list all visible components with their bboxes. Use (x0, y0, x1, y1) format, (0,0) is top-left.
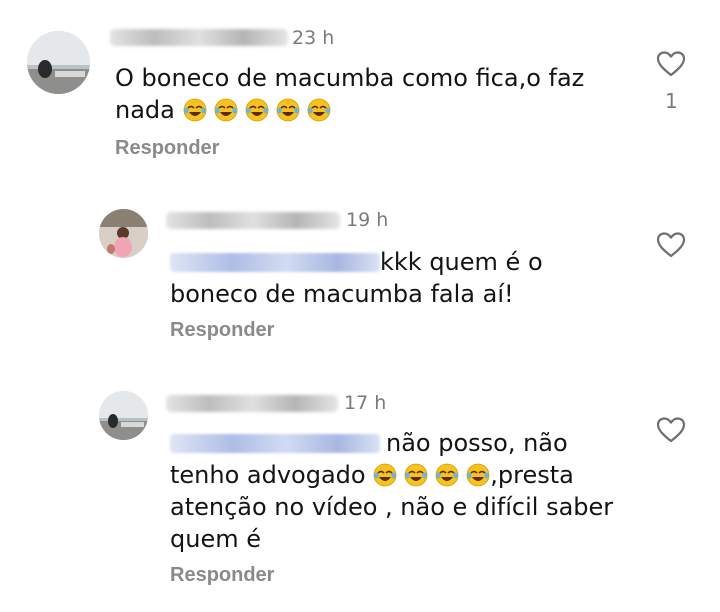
avatar[interactable] (99, 391, 148, 440)
like-count: 1 (665, 89, 678, 113)
tears-of-joy-emoji (276, 98, 300, 122)
comment-text: kkk quem é o boneco de macumba fala aí! (170, 248, 543, 308)
comment-line: atenção no vídeo , não e difícil saber (170, 493, 614, 521)
tears-of-joy-emoji (373, 463, 397, 487)
username-blurred[interactable] (166, 212, 340, 229)
comment-text: O boneco de macumba como fica,o faz nada (115, 64, 585, 124)
comment-text: não posso, não tenho advogado ,presta at… (170, 427, 650, 555)
heart-icon[interactable] (656, 231, 686, 259)
reply-button[interactable]: Responder (170, 563, 274, 587)
tears-of-joy-emoji (245, 98, 269, 122)
reply-button[interactable]: Responder (170, 318, 274, 342)
username-blurred[interactable] (110, 29, 288, 46)
mention-blurred[interactable] (170, 253, 380, 272)
comment-time: 19 h (346, 209, 389, 231)
comment-time: 23 h (292, 27, 335, 49)
avatar[interactable] (99, 209, 148, 258)
heart-icon[interactable] (656, 416, 686, 444)
tears-of-joy-emoji (435, 463, 459, 487)
reply-button[interactable]: Responder (115, 136, 219, 160)
mention-blurred[interactable] (170, 434, 380, 453)
tears-of-joy-emoji (404, 463, 428, 487)
comment-line: quem é (170, 525, 261, 553)
comment-time: 17 h (344, 392, 387, 414)
tears-of-joy-emoji (466, 463, 490, 487)
heart-icon[interactable] (656, 50, 686, 78)
comment-line: não posso, não (170, 427, 650, 459)
tears-of-joy-emoji (183, 98, 207, 122)
username-blurred[interactable] (166, 395, 338, 412)
tears-of-joy-emoji (307, 98, 331, 122)
tears-of-joy-emoji (214, 98, 238, 122)
comment-line: tenho advogado ,presta (170, 461, 574, 489)
avatar[interactable] (27, 31, 90, 94)
